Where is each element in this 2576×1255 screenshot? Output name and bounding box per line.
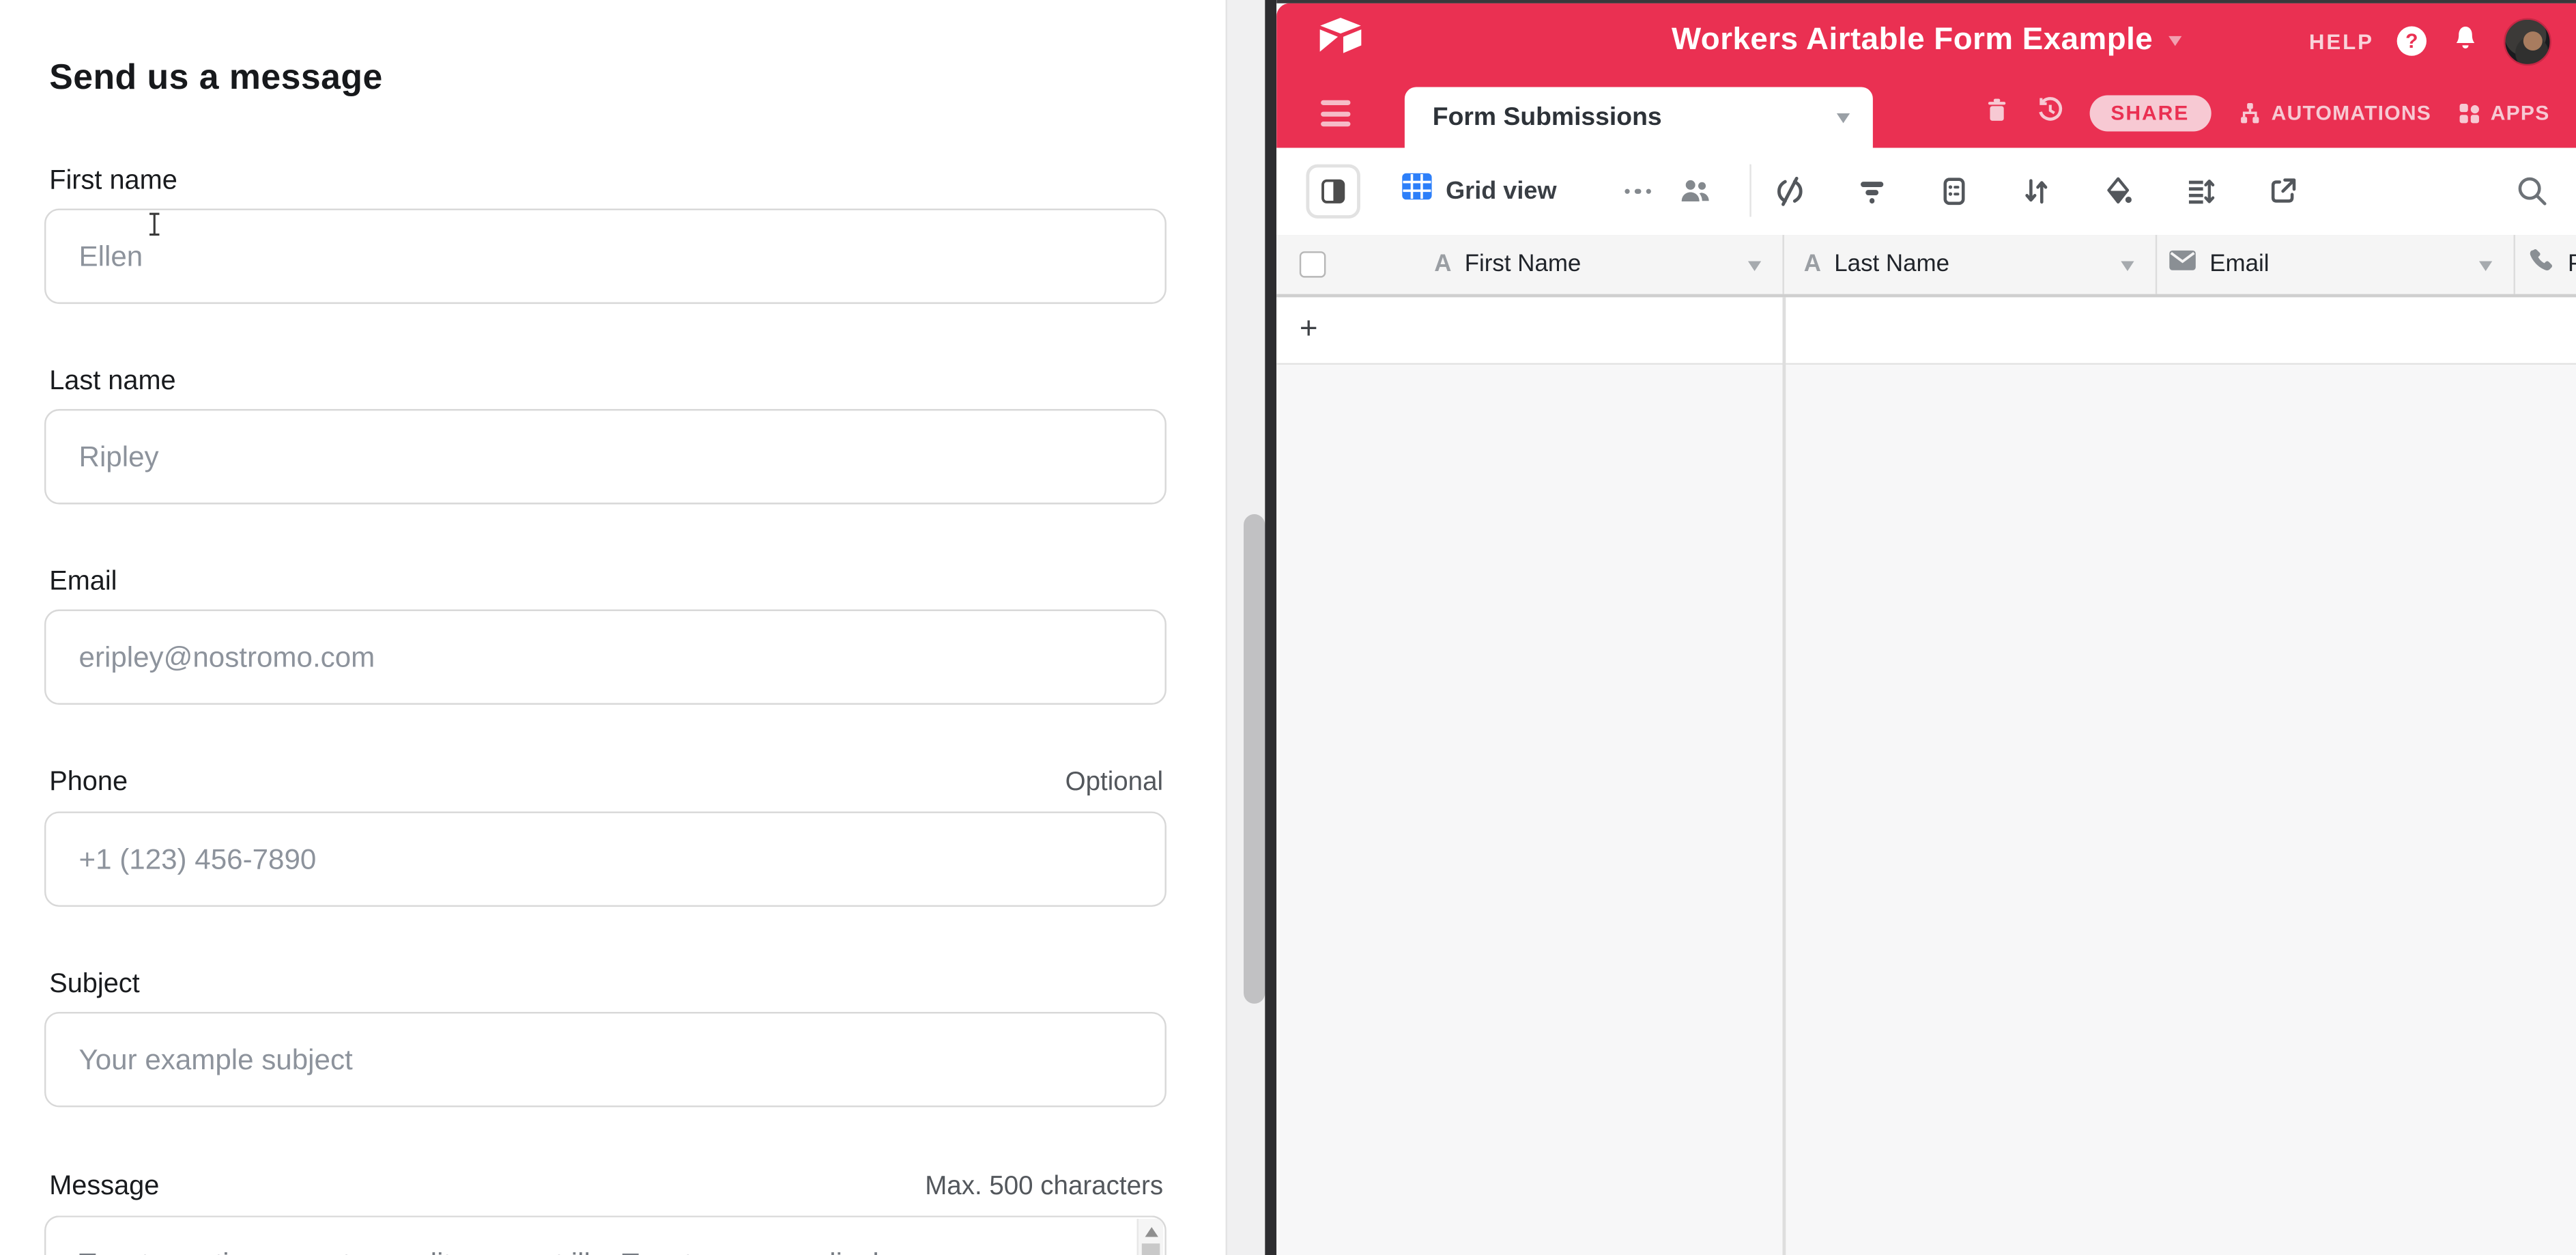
email-input[interactable] [44, 610, 1167, 705]
email-field-group: Email [44, 565, 1167, 705]
phone-label: Phone [49, 765, 128, 798]
trash-icon[interactable] [1983, 94, 2011, 132]
window-edge-divider [1265, 0, 1276, 1255]
view-name-label[interactable]: Grid view [1446, 177, 1557, 205]
phone-input[interactable] [44, 811, 1167, 907]
phone-field-group: Phone Optional [44, 765, 1167, 907]
message-maxchars-note: Max. 500 characters [925, 1171, 1163, 1204]
phone-icon [2527, 246, 2555, 283]
last-name-input[interactable] [44, 409, 1167, 505]
message-textarea[interactable]: Tenetur optio quaerat expedita vero et i… [44, 1215, 1167, 1255]
view-toolbar: Grid view [1276, 148, 2576, 237]
airtable-titlebar: Workers Airtable Form Example HELP ? [1276, 3, 2576, 79]
first-name-label: First name [49, 165, 177, 197]
column-header-phone[interactable]: Phone [2515, 235, 2576, 294]
search-icon[interactable] [2515, 174, 2548, 215]
chevron-down-icon[interactable] [2168, 36, 2181, 46]
more-options-icon[interactable] [1625, 189, 1651, 195]
form-heading: Send us a message [49, 56, 1167, 99]
table-tabs-bar: Form Submissions [1276, 79, 2576, 147]
notifications-bell-icon[interactable] [2450, 21, 2481, 61]
history-icon[interactable] [2035, 94, 2065, 132]
message-placeholder-text: Tenetur optio quaerat expedita vero et i… [46, 1217, 1164, 1255]
add-row[interactable]: + [1276, 297, 2576, 365]
text-cursor-icon [146, 212, 162, 244]
message-scrollbar-thumb[interactable] [1142, 1243, 1160, 1255]
filter-icon[interactable] [1857, 175, 1888, 214]
phone-optional-note: Optional [1065, 767, 1163, 800]
subject-input[interactable] [44, 1012, 1167, 1108]
chevron-down-icon[interactable] [1748, 262, 1761, 271]
apps-button[interactable]: APPS [2456, 100, 2549, 126]
collaborators-icon[interactable] [1679, 175, 1712, 213]
column-header-email[interactable]: Email [2157, 235, 2515, 294]
subject-label: Subject [49, 968, 139, 1000]
automations-button[interactable]: AUTOMATIONS [2235, 100, 2431, 128]
page-scrollbar[interactable] [1226, 0, 1270, 1255]
toolbar-divider [1749, 165, 1751, 217]
single-line-text-icon: A [1804, 251, 1821, 277]
message-label: Message [49, 1170, 159, 1202]
hide-fields-icon[interactable] [1774, 175, 1805, 214]
last-name-field-group: Last name [44, 365, 1167, 504]
base-title[interactable]: Workers Airtable Form Example [1672, 23, 2153, 59]
email-label: Email [49, 565, 117, 598]
chevron-down-icon[interactable] [1837, 113, 1850, 122]
add-row-plus-icon[interactable]: + [1300, 312, 1336, 348]
contact-form-pane: Send us a message First name Last name E… [0, 0, 1226, 1255]
hamburger-menu-icon[interactable] [1321, 100, 1350, 126]
message-scrollbar[interactable] [1137, 1219, 1164, 1255]
grid-view-icon[interactable] [1401, 173, 1433, 209]
page-scrollbar-thumb[interactable] [1244, 514, 1265, 1004]
apps-label: APPS [2491, 102, 2550, 125]
single-line-text-icon: A [1434, 251, 1451, 277]
first-name-field-group: First name [44, 165, 1167, 304]
automations-label: AUTOMATIONS [2272, 102, 2431, 125]
scroll-up-arrow-icon[interactable] [1144, 1227, 1157, 1237]
frozen-column-divider [1782, 297, 1785, 1255]
chevron-down-icon[interactable] [2121, 262, 2134, 271]
sidebar-toggle-button[interactable] [1306, 165, 1360, 218]
share-button[interactable]: SHARE [2089, 96, 2211, 132]
subject-field-group: Subject [44, 968, 1167, 1107]
airtable-pane: Workers Airtable Form Example HELP ? For… [1276, 0, 2576, 1255]
tab-form-submissions[interactable]: Form Submissions [1405, 87, 1873, 148]
share-view-icon[interactable] [2267, 175, 2299, 214]
email-icon [2169, 250, 2196, 279]
user-avatar[interactable] [2504, 17, 2551, 65]
message-field-group: Message Max. 500 characters Tenetur opti… [44, 1170, 1167, 1255]
chevron-down-icon[interactable] [2479, 262, 2492, 271]
row-height-icon[interactable] [2185, 175, 2216, 214]
sort-icon[interactable] [2020, 175, 2052, 214]
first-name-input[interactable] [44, 209, 1167, 305]
select-all-checkbox[interactable] [1300, 251, 1326, 277]
help-question-icon[interactable]: ? [2397, 26, 2427, 55]
grid-header-row: A First Name A Last Name Email [1276, 235, 2576, 297]
last-name-label: Last name [49, 365, 175, 397]
column-header-last-name[interactable]: A Last Name [1784, 235, 2157, 294]
column-header-first-name[interactable]: A First Name [1276, 235, 1784, 294]
table-tab-label: Form Submissions [1433, 102, 1662, 132]
window-top-edge [1276, 0, 2576, 3]
help-button[interactable]: HELP [2309, 29, 2374, 53]
color-icon[interactable] [2103, 175, 2134, 214]
group-icon[interactable] [1938, 175, 1970, 214]
